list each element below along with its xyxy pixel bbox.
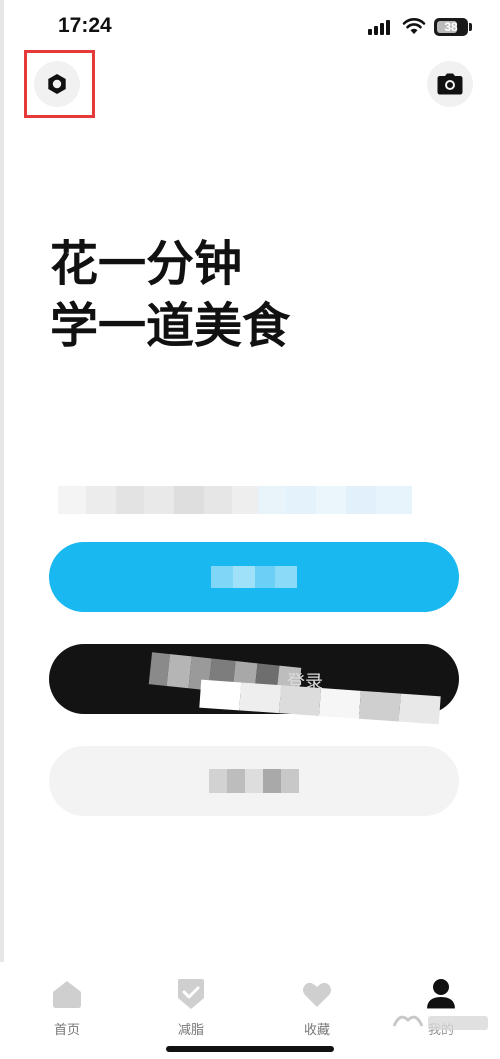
hero-line-1: 花一分钟 [50,236,243,292]
shield-check-icon [178,979,204,1009]
camera-button[interactable] [427,61,473,107]
home-icon [53,981,81,1008]
tab-favorites-label: 收藏 [303,1023,330,1038]
wechat-login-label: 登录 [287,672,323,693]
tab-home-label: 首页 [53,1023,80,1038]
wifi-icon [402,18,426,34]
battery-nub [469,23,472,31]
camera-icon [437,73,463,95]
blurred-phone-number [58,486,412,514]
battery-icon: 38 [434,18,468,36]
other-login-button[interactable] [49,746,459,816]
status-bar: 17:24 38 [0,0,500,50]
hero-line-2: 学一道美食 [50,298,291,354]
settings-icon [48,74,66,94]
status-time: 17:24 [58,14,112,37]
heart-icon [303,982,331,1007]
hero-headline: 花一分钟 学一道美食 [50,233,290,357]
tab-home[interactable]: 首页 [22,972,112,1044]
home-indicator [166,1046,334,1052]
blurred-button-label [211,566,297,588]
blurred-other-login-label [209,769,299,793]
watermark-logo [388,1008,496,1038]
tab-fat-loss-label: 减脂 [177,1023,204,1038]
battery-percent: 38 [444,20,458,34]
tab-fat-loss[interactable]: 减脂 [146,972,236,1044]
screen-edge [0,0,4,1059]
cellular-signal-icon [368,20,390,35]
settings-button[interactable] [34,61,80,107]
one-tap-login-button[interactable] [49,542,459,612]
tab-favorites[interactable]: 收藏 [272,972,362,1044]
